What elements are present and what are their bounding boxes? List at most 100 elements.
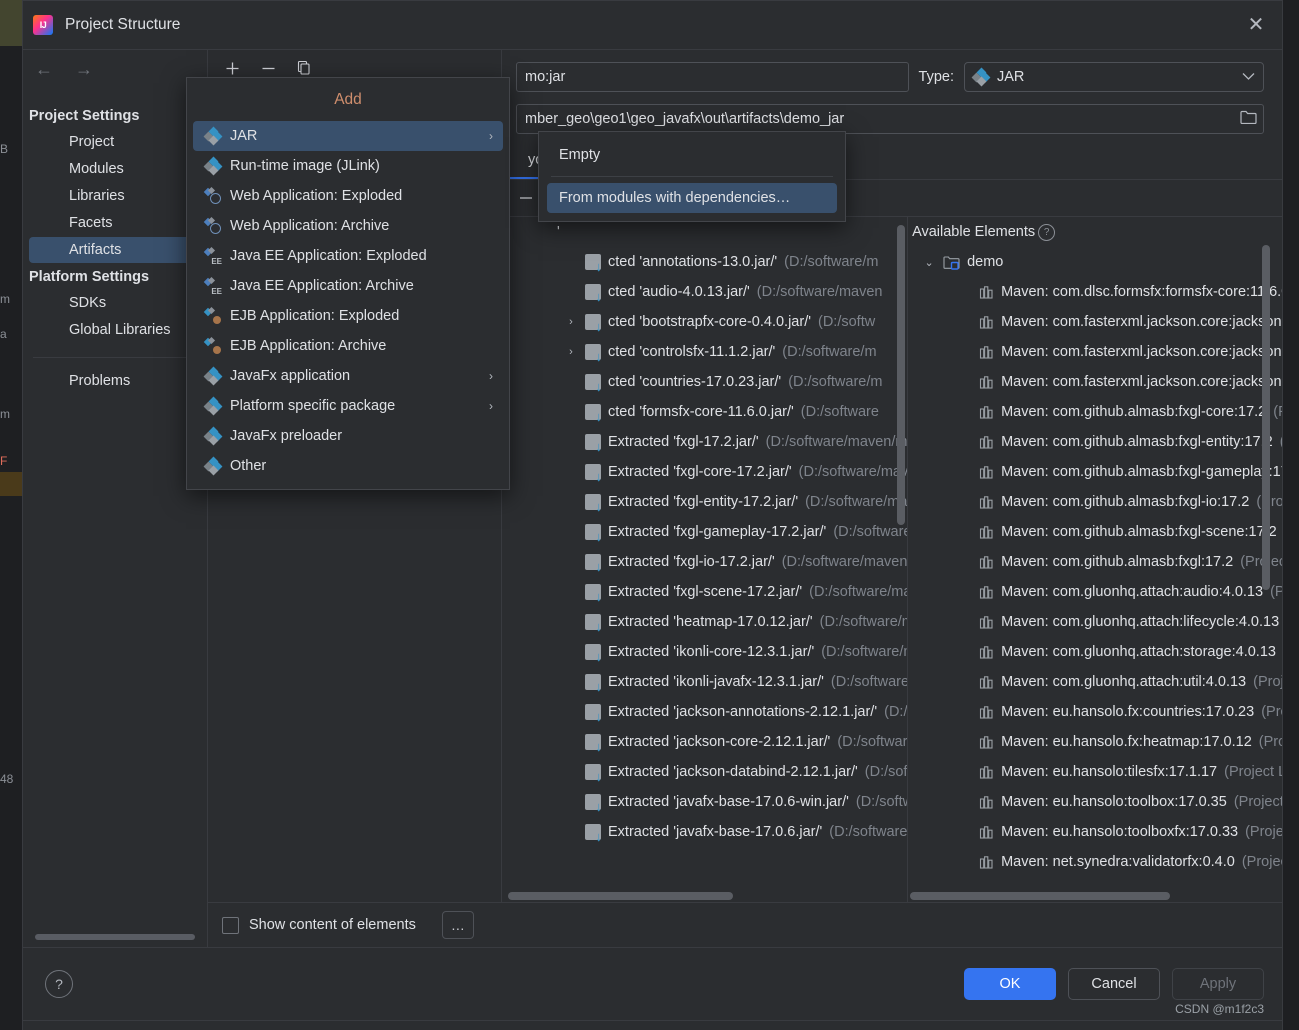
tree-row[interactable]: › cted 'controlsfx-11.1.2.jar/' (D:/softwa…: [502, 337, 907, 367]
tree-row-label: cted 'formsfx-core-11.6.0.jar/': [608, 404, 794, 420]
sidebar-item-artifacts[interactable]: Artifacts: [29, 237, 201, 263]
more-options-button[interactable]: …: [441, 911, 474, 939]
available-tree-vertical-scrollbar[interactable]: [1262, 245, 1270, 590]
sidebar-item-facets[interactable]: Facets: [29, 210, 201, 236]
tree-row[interactable]: Extracted 'fxgl-gameplay-17.2.jar/' (D:/s…: [502, 517, 907, 547]
tree-row[interactable]: Maven: com.github.almasb:fxgl:17.2(Proje…: [908, 547, 1282, 577]
add-menu-item-web-application-archive[interactable]: Web Application: Archive: [193, 211, 503, 241]
tree-row[interactable]: Maven: com.github.almasb:fxgl-io:17.2(Pr…: [908, 487, 1282, 517]
tree-row[interactable]: Extracted 'jackson-annotations-2.12.1.ja…: [502, 697, 907, 727]
remove-element-icon[interactable]: [514, 186, 538, 210]
add-menu-item-web-application-exploded[interactable]: Web Application: Exploded: [193, 181, 503, 211]
tree-row-path: (D:/software/ma: [819, 614, 907, 630]
tree-row[interactable]: Maven: eu.hansolo:toolboxfx:17.0.33 (Proj…: [908, 817, 1282, 847]
library-icon: [979, 345, 994, 360]
tree-row[interactable]: Maven: com.gluonhq.attach:audio:4.0.13 (P…: [908, 577, 1282, 607]
tree-row[interactable]: Maven: net.synedra:validatorfx:0.4.0 (Pro…: [908, 847, 1282, 877]
sidebar-item-modules[interactable]: Modules: [29, 156, 201, 182]
available-elements-tree[interactable]: ⌄ demo Maven: com.dlsc.formsfx:formsfx-co…: [908, 247, 1282, 877]
tree-row[interactable]: cted 'audio-4.0.13.jar/' (D:/software/mav…: [502, 277, 907, 307]
tree-row[interactable]: Extracted 'jackson-databind-2.12.1.jar/'…: [502, 757, 907, 787]
add-menu-item-javafx-application[interactable]: JavaFx application ›: [193, 361, 503, 391]
tree-row-path: (Project Lib: [1224, 764, 1282, 780]
tree-row[interactable]: Maven: com.gluonhq.attach:storage:4.0.13…: [908, 637, 1282, 667]
jar-submenu-item-from-modules-with-dependencies[interactable]: From modules with dependencies…: [547, 183, 837, 213]
tree-row[interactable]: Extracted 'fxgl-scene-17.2.jar/' (D:/soft…: [502, 577, 907, 607]
copy-icon[interactable]: [294, 58, 314, 78]
ide-left-edge-strip: B m a m F 48: [0, 0, 23, 1030]
add-icon[interactable]: [222, 58, 242, 78]
remove-icon[interactable]: [258, 58, 278, 78]
tree-row[interactable]: Maven: com.github.almasb:fxgl-scene:17.2…: [908, 517, 1282, 547]
available-tree-horizontal-scrollbar[interactable]: [910, 892, 1171, 900]
add-menu-item-other[interactable]: Other: [193, 451, 503, 481]
tree-row[interactable]: Maven: eu.hansolo:tilesfx:17.1.17 (Projec…: [908, 757, 1282, 787]
tree-row[interactable]: Extracted 'ikonli-javafx-12.3.1.jar/' (D:…: [502, 667, 907, 697]
cancel-button[interactable]: Cancel: [1068, 968, 1160, 1000]
sidebar-item-sdks[interactable]: SDKs: [29, 290, 201, 316]
tree-row[interactable]: Extracted 'fxgl-io-17.2.jar/' (D:/softwar…: [502, 547, 907, 577]
ok-button[interactable]: OK: [964, 968, 1056, 1000]
chevron-right-icon[interactable]: ›: [564, 346, 578, 358]
sidebar-item-libraries[interactable]: Libraries: [29, 183, 201, 209]
add-menu-item-ejb-application-exploded[interactable]: EJB Application: Exploded: [193, 301, 503, 331]
sidebar-horizontal-scrollbar[interactable]: [35, 934, 195, 940]
folder-icon[interactable]: [1240, 110, 1257, 128]
help-icon[interactable]: ?: [1038, 223, 1056, 241]
tree-row[interactable]: Extracted 'fxgl-core-17.2.jar/' (D:/softw…: [502, 457, 907, 487]
artifact-name-input[interactable]: [516, 62, 909, 92]
back-arrow-icon[interactable]: ←: [35, 59, 53, 80]
tree-row[interactable]: Extracted 'javafx-base-17.0.6-win.jar/' (…: [502, 787, 907, 817]
tree-row-label: Extracted 'ikonli-javafx-12.3.1.jar/': [608, 674, 824, 690]
show-content-checkbox[interactable]: [222, 916, 239, 934]
add-menu-item-platform-specific-package[interactable]: Platform specific package ›: [193, 391, 503, 421]
add-menu-item-javafx-preloader[interactable]: JavaFx preloader: [193, 421, 503, 451]
tree-row-label: Maven: com.gluonhq.attach:util:4.0.13: [1001, 674, 1247, 690]
tree-row[interactable]: Maven: eu.hansolo.fx:heatmap:17.0.12 (Pro…: [908, 727, 1282, 757]
tree-row[interactable]: Maven: com.gluonhq.attach:lifecycle:4.0.…: [908, 607, 1282, 637]
sidebar-item-problems[interactable]: Problems: [29, 368, 201, 394]
tree-row[interactable]: Extracted 'heatmap-17.0.12.jar/' (D:/soft…: [502, 607, 907, 637]
forward-arrow-icon[interactable]: →: [75, 59, 93, 80]
tree-row[interactable]: Extracted 'fxgl-entity-17.2.jar/' (D:/sof…: [502, 487, 907, 517]
library-icon: [979, 825, 994, 840]
chevron-down-icon[interactable]: ⌄: [922, 256, 936, 269]
output-layout-tree[interactable]: ' cted 'annotations-13.0.jar/' (D:/softwa…: [502, 217, 907, 847]
add-menu-item-java-ee-application-archive[interactable]: EE Java EE Application: Archive: [193, 271, 503, 301]
add-menu-item-jar[interactable]: JAR ›: [193, 121, 503, 151]
tree-row[interactable]: Maven: com.fasterxml.jackson.core:jackso…: [908, 367, 1282, 397]
tree-row[interactable]: Maven: com.github.almasb:fxgl-core:17.2 (…: [908, 397, 1282, 427]
sidebar-item-project[interactable]: Project: [29, 129, 201, 155]
tree-row[interactable]: › cted 'bootstrapfx-core-0.4.0.jar/' (D:/s…: [502, 307, 907, 337]
tree-row[interactable]: cted 'formsfx-core-11.6.0.jar/' (D:/softw…: [502, 397, 907, 427]
chevron-right-icon[interactable]: ›: [564, 316, 578, 328]
output-directory-field[interactable]: mber_geo\geo1\geo_javafx\out\artifacts\d…: [516, 104, 1264, 134]
tree-row[interactable]: Maven: eu.hansolo:toolbox:17.0.35 (Projec…: [908, 787, 1282, 817]
tree-row[interactable]: Maven: com.fasterxml.jackson.core:jackso…: [908, 307, 1282, 337]
tree-row[interactable]: Maven: com.gluonhq.attach:util:4.0.13 (Pr…: [908, 667, 1282, 697]
sidebar-item-global-libraries[interactable]: Global Libraries: [29, 317, 201, 343]
tree-row[interactable]: Maven: eu.hansolo.fx:countries:17.0.23 (P…: [908, 697, 1282, 727]
output-tree-vertical-scrollbar[interactable]: [897, 225, 906, 525]
add-menu-item-ejb-application-archive[interactable]: EJB Application: Archive: [193, 331, 503, 361]
close-icon[interactable]: ✕: [1240, 9, 1272, 41]
tree-row[interactable]: Extracted 'jackson-core-2.12.1.jar/' (D:/…: [502, 727, 907, 757]
tree-row[interactable]: Maven: com.dlsc.formsfx:formsfx-core:11.…: [908, 277, 1282, 307]
tree-row[interactable]: ⌄ demo: [908, 247, 1282, 277]
library-icon: [979, 435, 994, 450]
jar-submenu-item-empty[interactable]: Empty: [547, 140, 837, 170]
tree-row[interactable]: cted 'countries-17.0.23.jar/' (D:/softwar…: [502, 367, 907, 397]
help-button[interactable]: ?: [45, 970, 73, 998]
output-tree-horizontal-scrollbar[interactable]: [508, 892, 733, 900]
tree-row[interactable]: Maven: com.fasterxml.jackson.core:jackso…: [908, 337, 1282, 367]
tree-row[interactable]: Maven: com.github.almasb:fxgl-entity:17.…: [908, 427, 1282, 457]
tree-row[interactable]: Maven: com.github.almasb:fxgl-gameplay:1…: [908, 457, 1282, 487]
dialog-footer: ? OK Cancel Apply CSDN @m1f2c3: [23, 947, 1282, 1020]
tree-row[interactable]: Extracted 'javafx-base-17.0.6.jar/' (D:/s…: [502, 817, 907, 847]
artifact-type-dropdown[interactable]: JAR: [964, 62, 1264, 92]
tree-row[interactable]: cted 'annotations-13.0.jar/' (D:/software…: [502, 247, 907, 277]
tree-row[interactable]: Extracted 'ikonli-core-12.3.1.jar/' (D:/s…: [502, 637, 907, 667]
add-menu-item-run-time-image-jlink[interactable]: Run-time image (JLink): [193, 151, 503, 181]
add-menu-item-java-ee-application-exploded[interactable]: EE Java EE Application: Exploded: [193, 241, 503, 271]
tree-row[interactable]: Extracted 'fxgl-17.2.jar/' (D:/software/m…: [502, 427, 907, 457]
